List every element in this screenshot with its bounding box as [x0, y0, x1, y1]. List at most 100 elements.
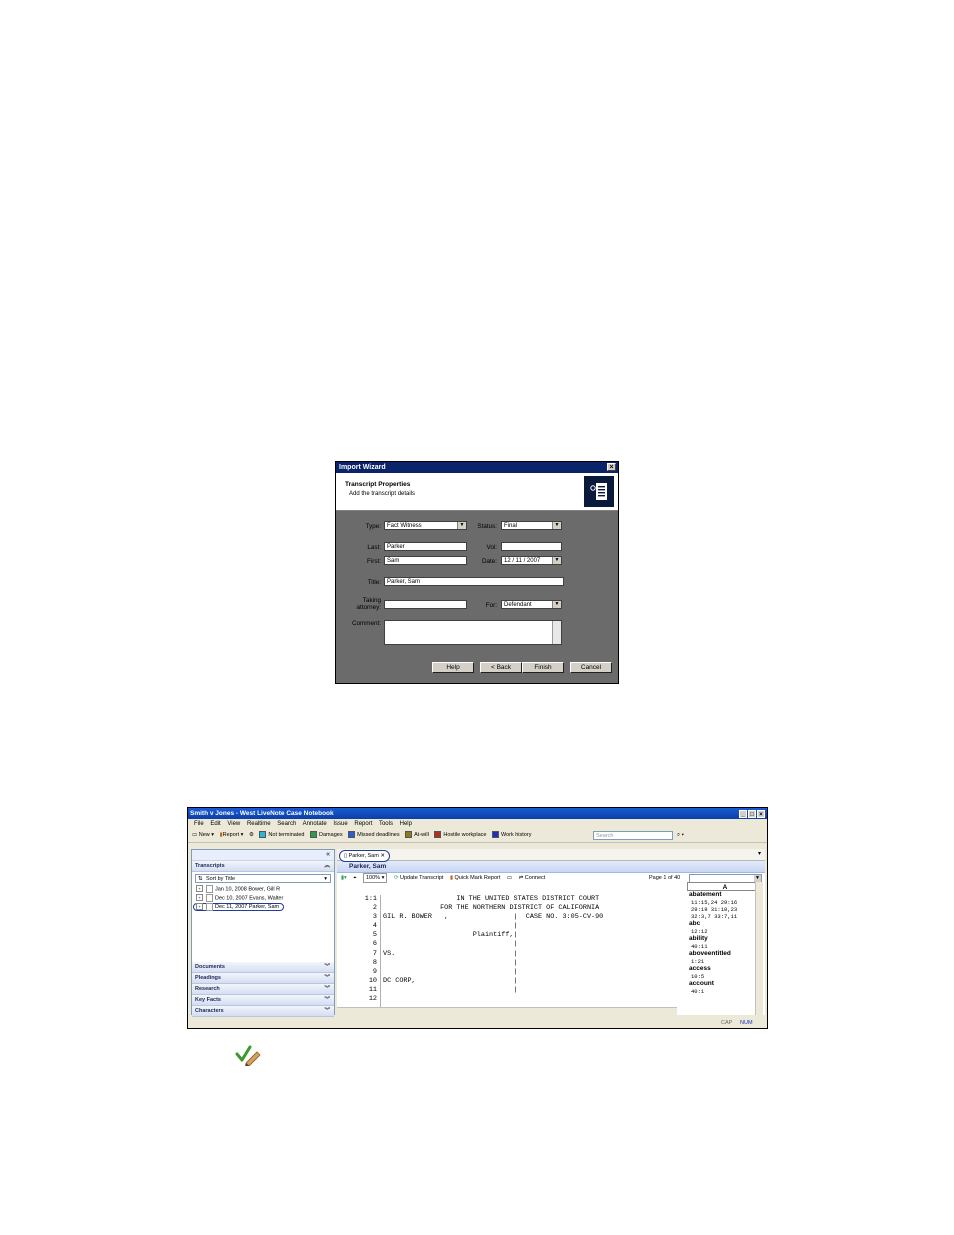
chevron-down-icon[interactable]: ︾: [324, 1006, 330, 1016]
pin-icon[interactable]: ⌖: [353, 873, 356, 884]
chevron-down-icon[interactable]: ︾: [324, 995, 330, 1005]
issue-not-terminated[interactable]: Not terminated: [259, 829, 305, 842]
connect-button[interactable]: ⇌ Connect: [519, 873, 546, 884]
collapse-pane-icon[interactable]: «: [326, 850, 330, 860]
report-button[interactable]: ▮Report ▾: [220, 829, 244, 842]
chevron-down-icon[interactable]: ︾: [324, 984, 330, 994]
page-info: Page 1 of 40: [649, 875, 681, 881]
status-select[interactable]: Final ▼: [501, 521, 562, 530]
index-refs[interactable]: 29:19 31:18,23: [687, 906, 763, 913]
taking-attorney-field[interactable]: [384, 600, 467, 609]
date-picker[interactable]: 12 / 11 / 2007 ▼: [501, 556, 562, 565]
menu-help[interactable]: Help: [400, 821, 412, 827]
transcript-list-item[interactable]: + Jan 10, 2008 Bower, Gill R: [192, 885, 334, 894]
transcript-list-item[interactable]: + Dec 11, 2007 Parker, Sam: [192, 903, 334, 912]
index-word[interactable]: ability: [687, 935, 763, 943]
issue-damages[interactable]: Damages: [310, 829, 343, 842]
index-scrollbar[interactable]: [755, 882, 763, 1015]
new-button[interactable]: ▭ New ▾: [192, 829, 214, 842]
title-field[interactable]: Parker, Sam: [384, 577, 564, 586]
expand-icon[interactable]: +: [196, 903, 203, 911]
chevron-down-icon[interactable]: ︾: [324, 973, 330, 983]
line-number: 6: [372, 940, 377, 949]
zoom-select[interactable]: 100% ▾: [362, 873, 388, 883]
issue-color-swatch: [405, 831, 413, 839]
issue-hostile-workplace[interactable]: Hostile workplace: [434, 829, 486, 842]
chevron-down-icon[interactable]: ▼: [552, 601, 561, 608]
view-options-icon[interactable]: ▮▾: [341, 873, 347, 884]
menu-annotate[interactable]: Annotate: [303, 821, 327, 827]
issue-label: At-will: [414, 832, 429, 838]
back-button[interactable]: < Back: [480, 662, 522, 673]
for-select[interactable]: Defendant ▼: [501, 600, 562, 609]
transcripts-section-header[interactable]: Transcripts ︽: [192, 861, 334, 872]
pleadings-section-header[interactable]: Pleadings ︾: [192, 973, 334, 984]
index-refs[interactable]: 40:1: [687, 988, 763, 995]
tab-list-chevron-icon[interactable]: ▾: [758, 849, 761, 860]
index-refs[interactable]: 40:11: [687, 943, 763, 950]
menu-issue[interactable]: Issue: [333, 821, 347, 827]
finish-button[interactable]: Finish: [522, 662, 564, 673]
cancel-button[interactable]: Cancel: [570, 662, 612, 673]
section-title: Documents: [195, 964, 225, 970]
tab-parker-sam[interactable]: ▯ Parker, Sam ✕: [339, 850, 390, 862]
menu-search[interactable]: Search: [277, 821, 296, 827]
chevron-down-icon[interactable]: ︾: [324, 962, 330, 972]
index-refs[interactable]: 12:12: [687, 928, 763, 935]
index-refs[interactable]: 11:15,24 29:16: [687, 899, 763, 906]
toolbar-search-input[interactable]: Search: [593, 831, 673, 840]
issues-icon[interactable]: ⚙: [249, 829, 254, 842]
chevron-up-icon[interactable]: ︽: [324, 861, 330, 871]
issue-missed-deadlines[interactable]: Missed deadlines: [348, 829, 400, 842]
vol-field[interactable]: [501, 542, 562, 551]
issue-at-will[interactable]: At-will: [405, 829, 429, 842]
documents-section-header[interactable]: Documents ︾: [192, 962, 334, 973]
close-tab-icon[interactable]: ✕: [380, 853, 385, 859]
research-section-header[interactable]: Research ︾: [192, 984, 334, 995]
chevron-down-icon[interactable]: ▼: [552, 557, 561, 564]
monitor-icon[interactable]: ▭: [507, 873, 512, 884]
expand-icon[interactable]: +: [196, 894, 203, 902]
pane-header: «: [192, 850, 334, 861]
close-icon[interactable]: ×: [757, 810, 765, 818]
index-word[interactable]: aboveentitled: [687, 950, 763, 958]
transcript-view[interactable]: 1:1 IN THE UNITED STATES DISTRICT COURT …: [337, 895, 677, 1007]
update-transcript-button[interactable]: ⟳ Update Transcript: [394, 873, 444, 884]
chevron-down-icon[interactable]: ▼: [754, 875, 761, 882]
index-word[interactable]: abatement: [687, 891, 763, 899]
quick-mark-report-button[interactable]: ▮ Quick Mark Report: [450, 873, 500, 884]
expand-icon[interactable]: +: [196, 885, 203, 893]
index-refs[interactable]: 1:21: [687, 958, 763, 965]
sort-by-select[interactable]: ⇅ Sort by Title ▾: [195, 874, 331, 883]
help-button[interactable]: Help: [432, 662, 474, 673]
menu-report[interactable]: Report: [354, 821, 372, 827]
index-refs[interactable]: 32:3,7 33:7,11: [687, 913, 763, 920]
transcript-list-item[interactable]: + Dec 10, 2007 Evans, Walter: [192, 894, 334, 903]
minimize-icon[interactable]: _: [739, 810, 747, 818]
search-icon[interactable]: ⌕ ▾: [677, 829, 684, 842]
last-name-field[interactable]: Parker: [384, 542, 467, 551]
index-word[interactable]: abc: [687, 920, 763, 928]
menu-file[interactable]: File: [194, 821, 204, 827]
menu-edit[interactable]: Edit: [210, 821, 220, 827]
first-name-field[interactable]: Sam: [384, 556, 467, 565]
type-select[interactable]: Fact Witness ▼: [384, 521, 467, 530]
maximize-icon[interactable]: □: [748, 810, 756, 818]
characters-section-header[interactable]: Characters ︾: [192, 1006, 334, 1017]
menu-tools[interactable]: Tools: [379, 821, 393, 827]
key-facts-section-header[interactable]: Key Facts ︾: [192, 995, 334, 1006]
chevron-down-icon[interactable]: ▾: [324, 875, 327, 884]
menu-realtime[interactable]: Realtime: [247, 821, 271, 827]
comment-scrollbar[interactable]: [552, 621, 561, 644]
index-refs[interactable]: 10:5: [687, 973, 763, 980]
line-number: 2: [372, 904, 377, 913]
comment-textarea[interactable]: [384, 620, 562, 645]
index-word[interactable]: access: [687, 965, 763, 973]
index-word[interactable]: account: [687, 980, 763, 988]
close-icon[interactable]: ×: [607, 463, 616, 471]
menu-view[interactable]: View: [227, 821, 240, 827]
horizontal-scrollbar[interactable]: [337, 1007, 677, 1016]
issue-work-history[interactable]: Work history: [491, 829, 531, 842]
import-wizard-dialog: Import Wizard × Transcript Properties Ad…: [335, 461, 619, 684]
chevron-down-icon[interactable]: ▼: [552, 522, 561, 529]
